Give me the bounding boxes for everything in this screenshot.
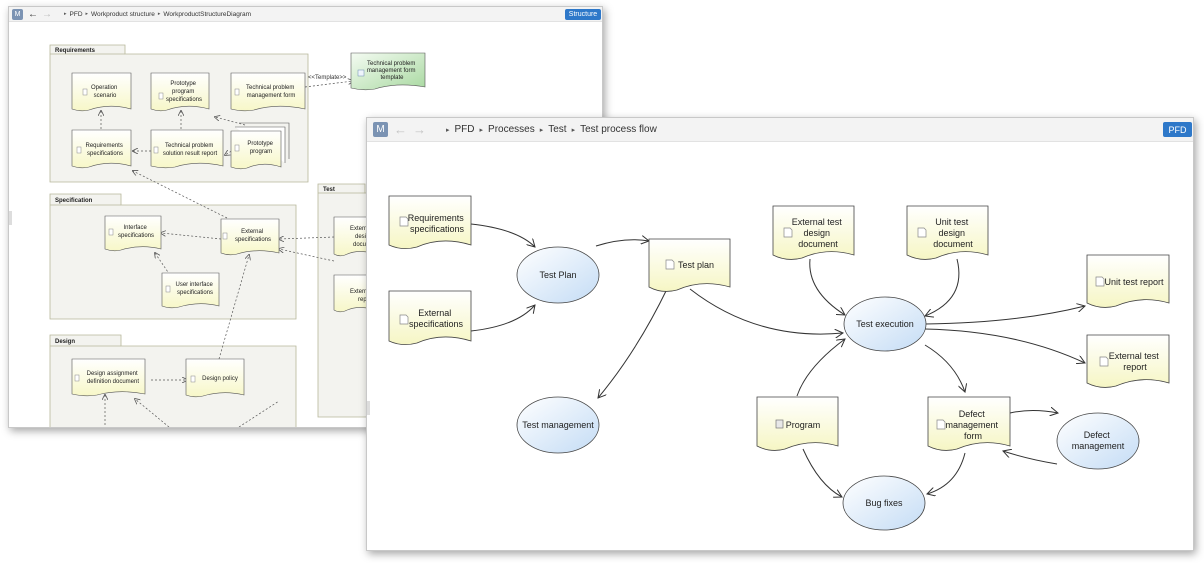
table-icon xyxy=(357,69,365,77)
doc-label: Design policy xyxy=(202,376,238,382)
doc-label: Unit test design document xyxy=(933,217,973,249)
document-icon xyxy=(783,227,793,238)
doc-design-assignment-definition-document[interactable]: Design assignment definition document xyxy=(71,358,146,397)
back-arrow-icon[interactable]: ← xyxy=(394,122,407,137)
doc-external-specifications[interactable]: External specifications xyxy=(388,290,472,345)
document-icon xyxy=(936,419,946,430)
doc-program[interactable]: Program xyxy=(756,396,839,451)
structure-toolbar: M ← → ▸ PFD ▸ Workproduct structure ▸ Wo… xyxy=(9,7,602,22)
group-label-test: Test xyxy=(323,187,335,193)
doc-prototype-program[interactable]: Prototype program xyxy=(230,122,290,170)
program-icon xyxy=(775,419,784,429)
doc-unit-test-report[interactable]: Unit test report xyxy=(1086,254,1170,308)
splitter-handle[interactable] xyxy=(367,401,370,415)
doc-test-plan[interactable]: Test plan xyxy=(648,238,731,292)
breadcrumb-chevron-icon: ▸ xyxy=(479,126,484,134)
breadcrumb-chevron-icon: ▸ xyxy=(85,11,89,17)
pfd-view-tag[interactable]: PFD xyxy=(1163,122,1192,137)
doc-technical-problem-solution-result-report[interactable]: Technical problem solution result report xyxy=(150,129,224,169)
breadcrumb-item-processes[interactable]: Processes xyxy=(488,124,535,135)
forward-arrow-icon[interactable]: → xyxy=(413,122,426,137)
group-label-specification: Specification xyxy=(55,198,93,204)
process-flow-toolbar: M ← → ▸ PFD ▸ Processes ▸ Test ▸ Test pr… xyxy=(367,118,1193,142)
breadcrumb: ▸ PFD ▸ Processes ▸ Test ▸ Test process … xyxy=(446,124,657,135)
process-test-management[interactable]: Test management xyxy=(516,396,600,454)
doc-prototype-program-specifications[interactable]: Prototype program specifications xyxy=(150,72,210,112)
process-bug-fixes[interactable]: Bug fixes xyxy=(842,475,926,531)
document-icon xyxy=(1099,356,1109,367)
forward-arrow-icon[interactable]: → xyxy=(42,9,52,20)
process-flow-canvas[interactable]: Requirements specifications External spe… xyxy=(367,141,1193,550)
menu-button[interactable]: M xyxy=(12,8,23,20)
doc-user-interface-specifications[interactable]: User interface specifications xyxy=(161,272,220,309)
doc-technical-problem-management-form[interactable]: Technical problem management form xyxy=(230,72,306,112)
breadcrumb-item-test-process-flow[interactable]: Test process flow xyxy=(580,124,657,135)
doc-interface-specifications[interactable]: Interface specifications xyxy=(104,215,162,252)
doc-label: Unit test report xyxy=(1104,277,1164,287)
breadcrumb-chevron-icon: ▸ xyxy=(64,11,67,17)
doc-external-test-report[interactable]: External test report xyxy=(1086,334,1170,388)
breadcrumb: ▸ PFD ▸ Workproduct structure ▸ Workprod… xyxy=(64,11,251,18)
breadcrumb-item-test[interactable]: Test xyxy=(548,124,566,135)
breadcrumb-chevron-icon: ▸ xyxy=(446,126,450,134)
test-process-flow-window[interactable]: M ← → ▸ PFD ▸ Processes ▸ Test ▸ Test pr… xyxy=(366,117,1194,551)
process-label: Test execution xyxy=(856,319,914,329)
template-stereotype-label: <<Template>> xyxy=(308,75,347,81)
menu-button[interactable]: M xyxy=(373,122,388,137)
doc-label: Requirements specifications xyxy=(408,213,467,234)
doc-defect-management-form[interactable]: Defect management form xyxy=(927,396,1011,451)
doc-external-specifications[interactable]: External specifications xyxy=(220,218,280,256)
doc-unit-test-design-document[interactable]: Unit test design document xyxy=(906,205,989,260)
group-label-design: Design xyxy=(55,339,75,345)
doc-label: Test plan xyxy=(678,260,714,270)
group-label-requirements: Requirements xyxy=(55,48,96,54)
breadcrumb-item-workproduct-structure[interactable]: Workproduct structure xyxy=(91,11,155,18)
splitter-handle[interactable] xyxy=(9,211,12,225)
breadcrumb-chevron-icon: ▸ xyxy=(157,11,161,17)
document-icon xyxy=(1095,276,1105,287)
breadcrumb-item-diagram[interactable]: WorkproductStructureDiagram xyxy=(163,11,251,18)
breadcrumb-item-pfd[interactable]: PFD xyxy=(70,11,83,18)
document-icon xyxy=(399,314,409,325)
process-test-plan[interactable]: Test Plan xyxy=(516,246,600,304)
doc-requirements-specifications[interactable]: Requirements specifications xyxy=(388,195,472,249)
back-arrow-icon[interactable]: ← xyxy=(28,9,38,20)
doc-label: Program xyxy=(786,420,821,430)
process-label: Test Plan xyxy=(539,270,576,280)
document-icon xyxy=(665,259,675,270)
process-test-execution[interactable]: Test execution xyxy=(843,296,927,352)
breadcrumb-item-pfd[interactable]: PFD xyxy=(455,124,475,135)
doc-external-test-design-document[interactable]: External test design document xyxy=(772,205,855,260)
breadcrumb-chevron-icon: ▸ xyxy=(539,126,544,134)
process-label: Bug fixes xyxy=(865,498,903,508)
process-label: Test management xyxy=(522,420,594,430)
structure-view-tag[interactable]: Structure xyxy=(565,9,601,20)
doc-operation-scenario[interactable]: Operation scenario xyxy=(71,72,132,112)
breadcrumb-chevron-icon: ▸ xyxy=(571,126,576,134)
process-defect-management[interactable]: Defect management xyxy=(1056,412,1140,470)
document-icon xyxy=(917,227,927,238)
